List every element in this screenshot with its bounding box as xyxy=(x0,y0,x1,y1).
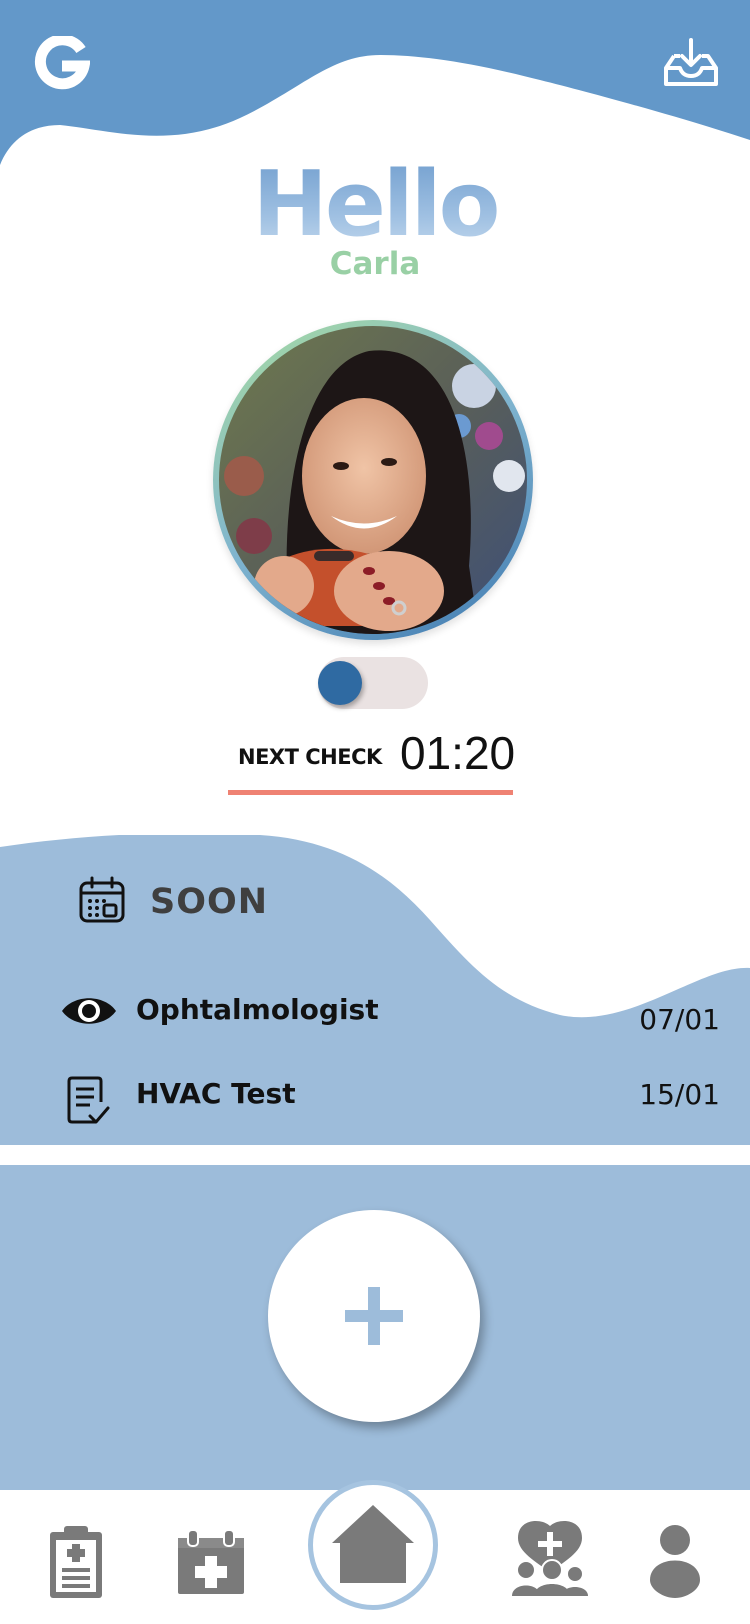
eye-icon xyxy=(60,990,118,1036)
toggle-knob xyxy=(318,661,362,705)
appointment-name: HVAC Test xyxy=(136,1077,296,1110)
nav-item-records[interactable] xyxy=(48,1524,104,1604)
nav-item-family-health[interactable] xyxy=(512,1520,588,1602)
nav-item-profile[interactable] xyxy=(650,1524,700,1602)
greeting-title: Hello xyxy=(0,150,750,260)
plus-icon xyxy=(345,1287,403,1345)
user-icon xyxy=(650,1525,700,1598)
appointment-name: Ophtalmologist xyxy=(136,993,379,1026)
nav-item-home[interactable] xyxy=(308,1480,438,1610)
clipboard-icon xyxy=(50,1526,102,1598)
next-check-label: NEXT CHECK xyxy=(238,745,382,769)
home-icon xyxy=(332,1505,414,1583)
soon-title: SOON xyxy=(150,882,269,922)
inbox-download-icon xyxy=(664,38,718,86)
checklist-icon xyxy=(66,1076,110,1130)
calendar-icon xyxy=(78,876,126,924)
avatar-photo xyxy=(219,326,527,634)
family-health-icon xyxy=(512,1521,588,1596)
header-wave xyxy=(0,0,750,165)
app-logo xyxy=(34,34,91,92)
medical-calendar-icon xyxy=(178,1529,244,1594)
nav-item-appointments[interactable] xyxy=(176,1528,246,1600)
appointment-date: 07/01 xyxy=(639,1003,720,1036)
home-screen: Hello Carla NEXT CHECK 01:20 SOON Ophtal… xyxy=(0,0,750,1624)
next-check-underline xyxy=(228,790,513,795)
next-check-time: 01:20 xyxy=(400,727,516,779)
add-button[interactable] xyxy=(268,1210,480,1422)
check-toggle[interactable] xyxy=(318,657,428,709)
inbox-download-button[interactable] xyxy=(662,36,720,88)
avatar[interactable] xyxy=(213,320,533,640)
appointment-date: 15/01 xyxy=(639,1078,720,1111)
user-name: Carla xyxy=(329,246,421,282)
